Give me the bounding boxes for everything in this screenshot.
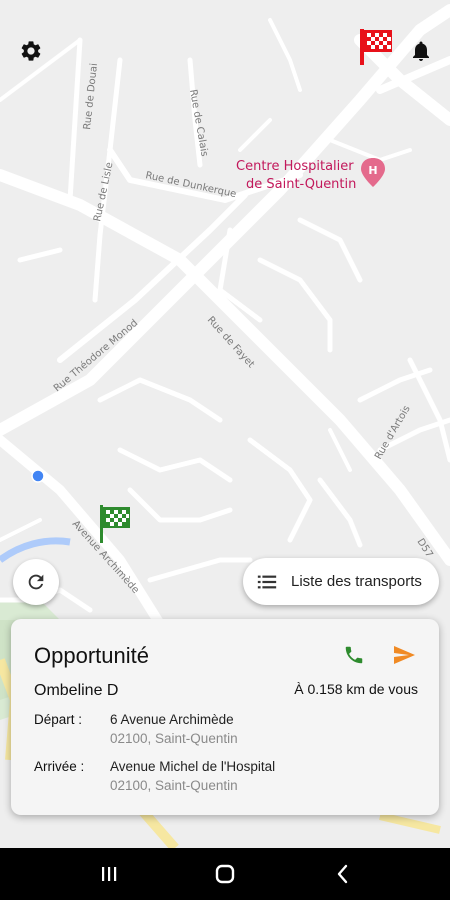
transport-list-label: Liste des transports bbox=[291, 573, 422, 590]
gear-icon[interactable] bbox=[17, 37, 45, 65]
arrival-city: 02100, Saint-Quentin bbox=[110, 778, 238, 793]
recent-apps-icon[interactable] bbox=[96, 861, 122, 887]
list-icon bbox=[256, 571, 278, 593]
poi-label: Centre Hospitalier bbox=[236, 159, 354, 174]
refresh-icon bbox=[25, 571, 47, 593]
card-title: Opportunité bbox=[34, 643, 149, 668]
app-screen: Rue de Douai Rue de Lisle Rue de Calais … bbox=[0, 0, 450, 900]
back-icon[interactable] bbox=[330, 861, 356, 887]
home-icon[interactable] bbox=[212, 861, 238, 887]
send-icon[interactable] bbox=[390, 641, 418, 669]
departure-address: 6 Avenue Archimède bbox=[110, 712, 234, 727]
hospital-icon-letter: H bbox=[368, 164, 377, 177]
current-location-dot bbox=[31, 469, 45, 483]
refresh-button[interactable] bbox=[13, 559, 59, 605]
transport-list-button[interactable]: Liste des transports bbox=[243, 558, 439, 605]
departure-label: Départ : bbox=[34, 712, 83, 727]
arrival-label: Arrivée : bbox=[34, 759, 85, 774]
checkered-flag-icon[interactable] bbox=[357, 27, 395, 67]
poi-label: de Saint-Quentin bbox=[246, 177, 356, 192]
system-nav-bar bbox=[0, 848, 450, 900]
bell-icon[interactable] bbox=[407, 37, 435, 65]
distance-text: À 0.158 km de vous bbox=[294, 681, 418, 697]
departure-city: 02100, Saint-Quentin bbox=[110, 731, 238, 746]
phone-icon[interactable] bbox=[340, 641, 368, 669]
opportunity-card[interactable]: Opportunité Ombeline D À 0.158 km de vou… bbox=[11, 619, 439, 815]
client-name: Ombeline D bbox=[34, 682, 119, 699]
arrival-address: Avenue Michel de l'Hospital bbox=[110, 759, 276, 774]
